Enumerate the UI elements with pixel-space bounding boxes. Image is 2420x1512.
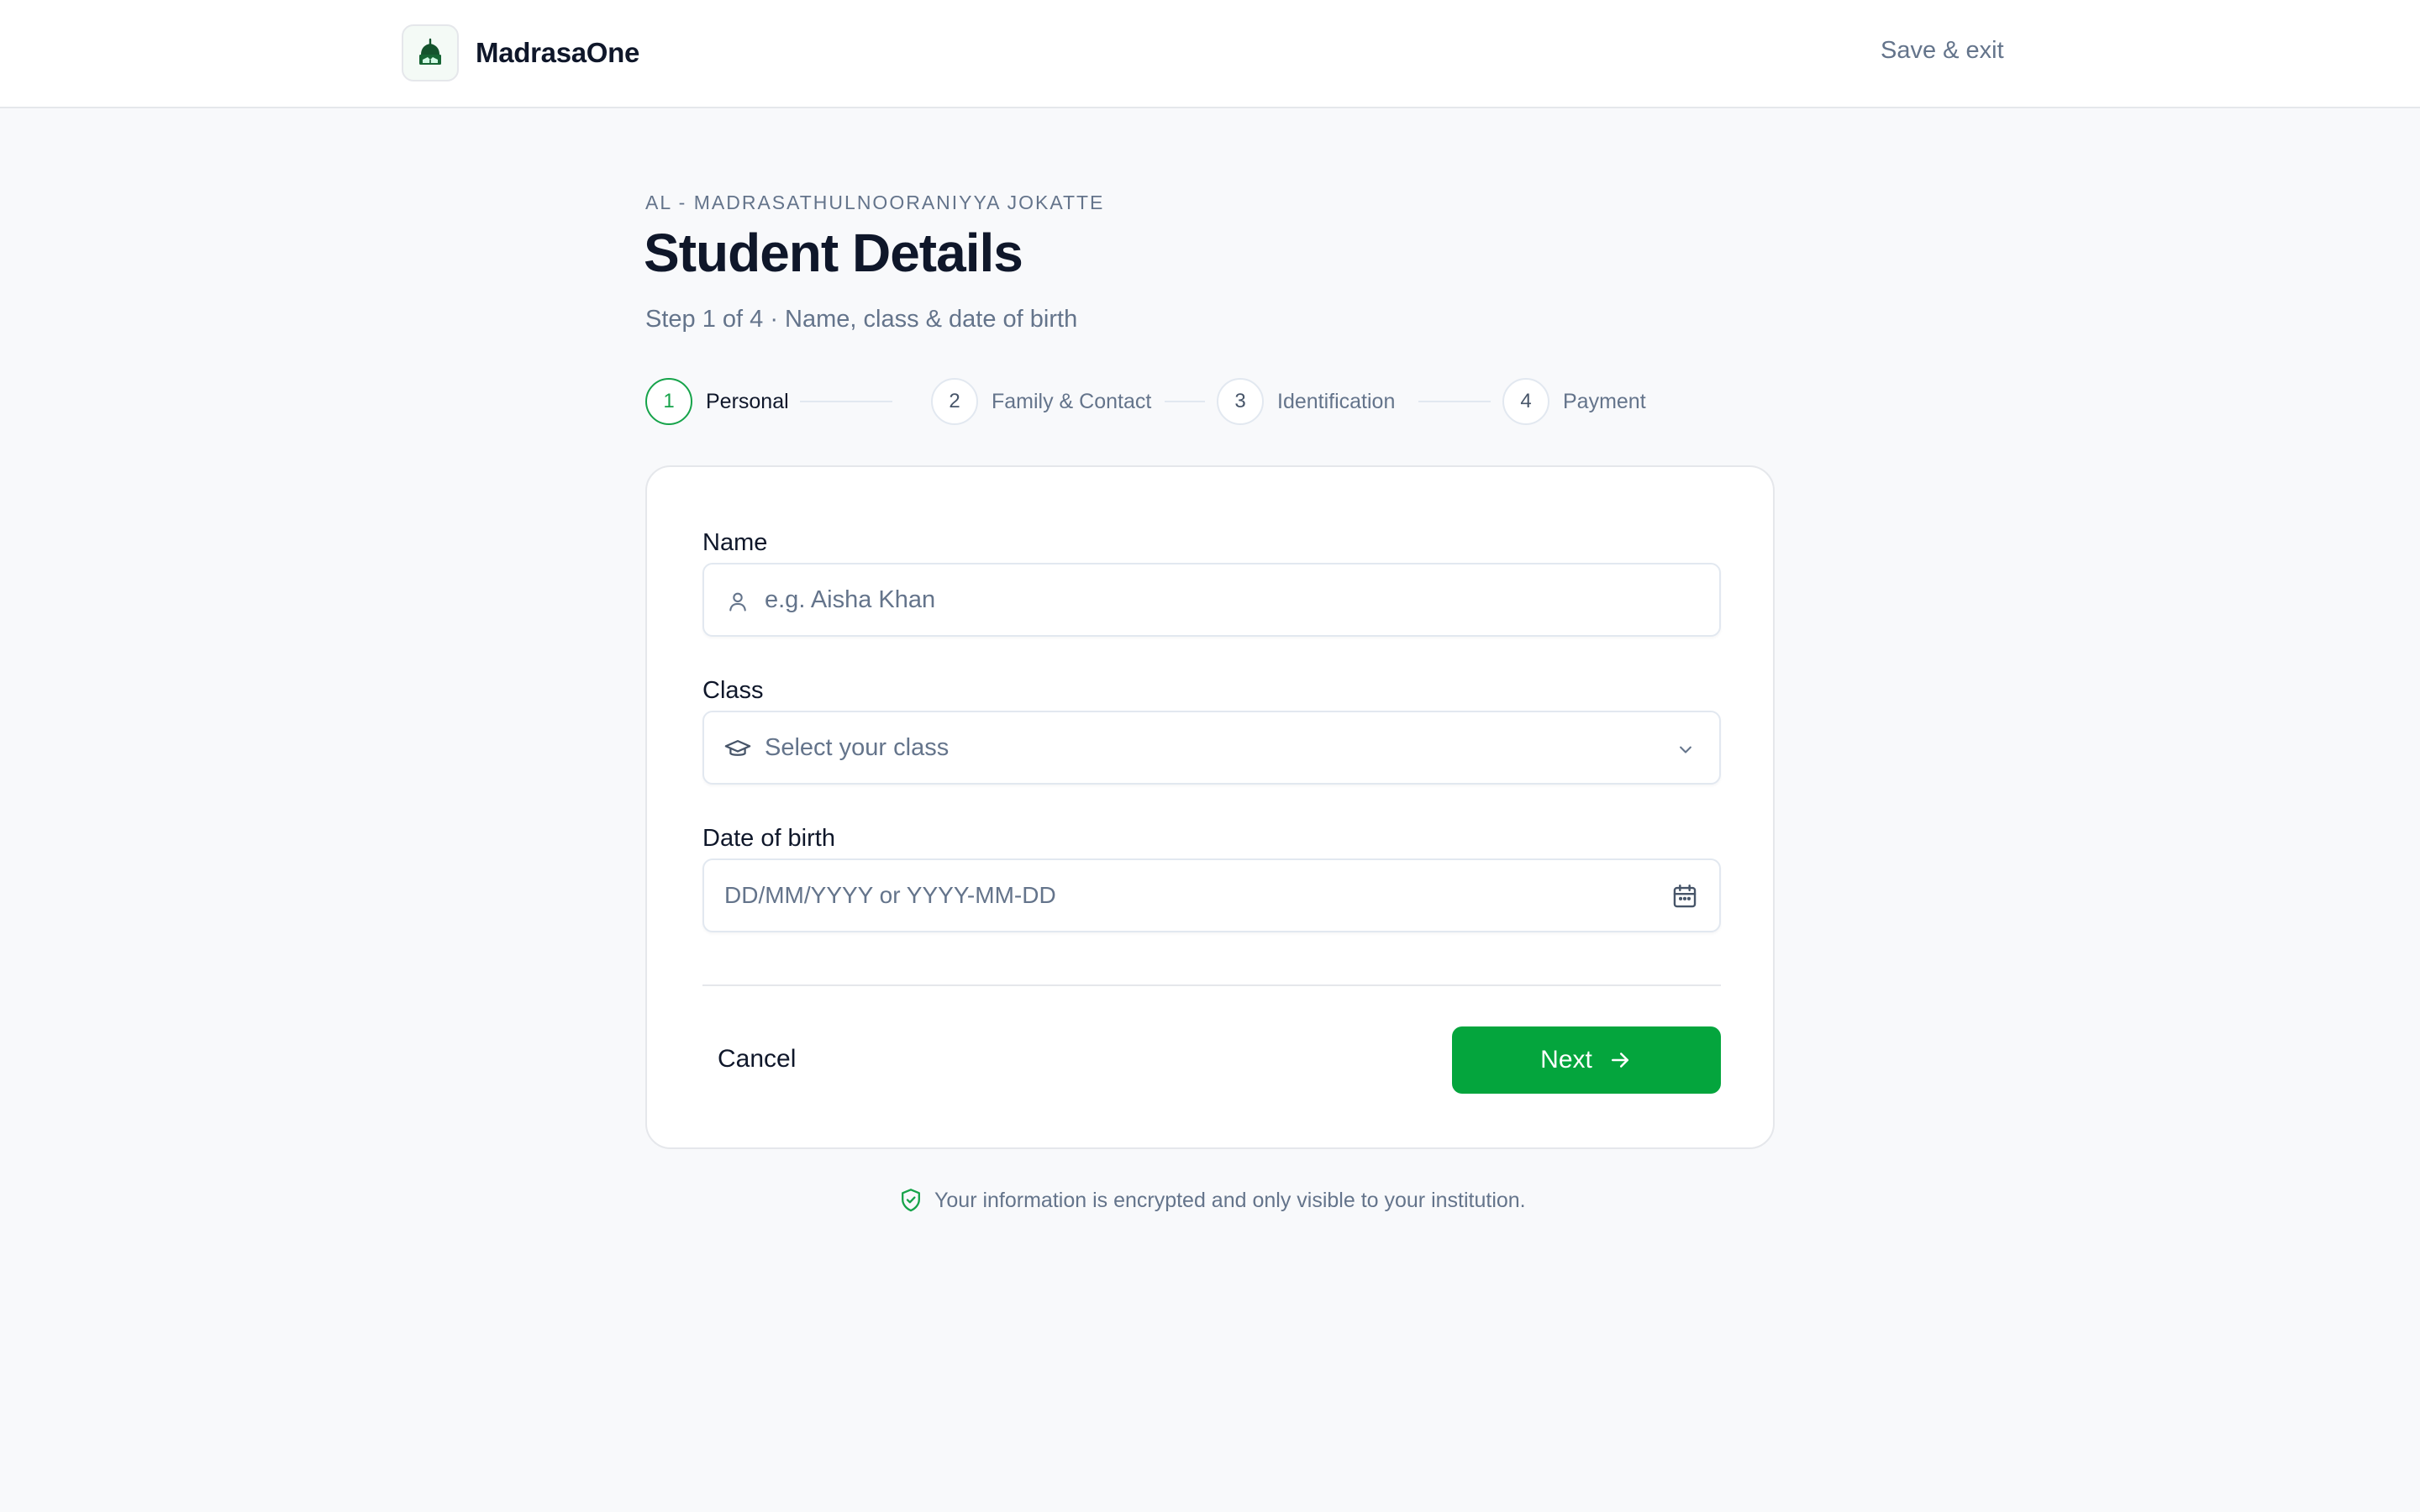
security-note-text: Your information is encrypted and only v… [934, 1188, 1526, 1212]
dob-field[interactable] [702, 858, 1721, 932]
calendar-icon[interactable] [1670, 882, 1699, 911]
institution-name: AL - MADRASATHULNOORANIYYA JOKATTE [645, 192, 1105, 213]
shield-check-icon [899, 1188, 923, 1213]
name-field[interactable] [702, 563, 1721, 637]
brand[interactable]: MadrasaOne [402, 24, 639, 81]
step-connector [1165, 401, 1205, 402]
step-payment[interactable]: 4 Payment [1502, 378, 1646, 425]
chevron-down-icon[interactable] [1674, 738, 1697, 761]
name-label: Name [702, 529, 768, 556]
top-bar: MadrasaOne Save & exit [0, 0, 2420, 108]
step-label: Identification [1277, 389, 1396, 413]
step-number: 4 [1502, 378, 1549, 425]
cancel-button[interactable]: Cancel [718, 1045, 796, 1074]
next-button[interactable]: Next [1452, 1026, 1721, 1094]
save-and-exit-button[interactable]: Save & exit [1881, 37, 2004, 65]
student-details-form-card: Name Class Select your class Date of bir… [645, 465, 1775, 1149]
step-number: 2 [931, 378, 978, 425]
step-number: 1 [645, 378, 692, 425]
step-personal[interactable]: 1 Personal [645, 378, 789, 425]
security-note: Your information is encrypted and only v… [899, 1188, 1526, 1213]
stepper: 1 Personal 2 Family & Contact 3 Identifi… [645, 378, 1654, 425]
graduation-cap-icon [724, 736, 751, 763]
step-connector [800, 401, 892, 402]
brand-logo [402, 24, 459, 81]
mosque-logo-icon [419, 38, 441, 65]
step-identification[interactable]: 3 Identification [1217, 378, 1395, 425]
dob-input[interactable] [724, 860, 1649, 931]
step-label: Personal [706, 389, 789, 413]
arrow-right-icon [1607, 1047, 1633, 1073]
user-icon [724, 588, 751, 615]
dob-label: Date of birth [702, 825, 835, 852]
class-label: Class [702, 677, 764, 704]
name-input[interactable] [765, 564, 1672, 635]
class-select[interactable]: Select your class [702, 711, 1721, 785]
step-number: 3 [1217, 378, 1264, 425]
brand-name: MadrasaOne [476, 37, 640, 68]
next-button-label: Next [1540, 1046, 1592, 1074]
page-subtitle: Step 1 of 4 · Name, class & date of birt… [645, 306, 1078, 333]
step-label: Payment [1563, 389, 1646, 413]
page-title: Student Details [644, 223, 1023, 283]
step-family-contact[interactable]: 2 Family & Contact [931, 378, 1151, 425]
step-connector [1418, 401, 1491, 402]
form-divider [702, 984, 1721, 986]
step-label: Family & Contact [992, 389, 1152, 413]
class-select-value: Select your class [765, 734, 950, 761]
